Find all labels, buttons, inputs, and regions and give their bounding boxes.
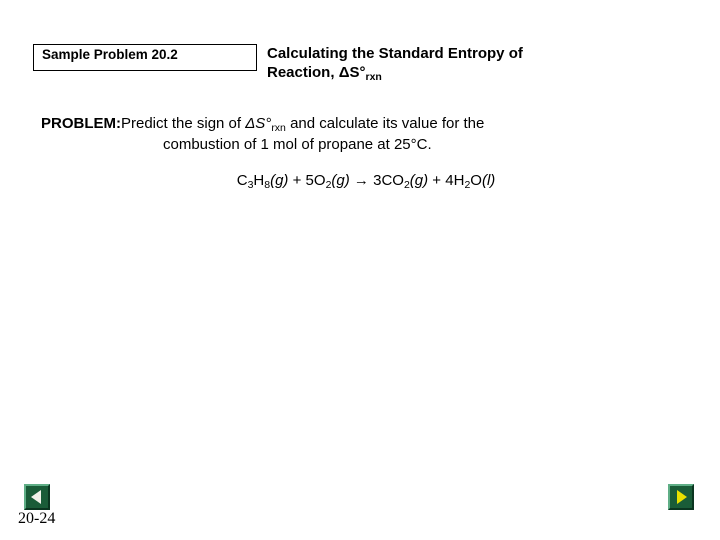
product-h2o-coeff: 4 <box>445 172 454 189</box>
title-line-1: Calculating the Standard Entropy of <box>267 45 523 62</box>
product-h2o-h-sub: 2 <box>464 178 471 191</box>
reactant-oxygen-sub: 2 <box>325 178 332 191</box>
arrow-right-icon <box>677 490 687 504</box>
page-number: 20-24 <box>18 510 56 527</box>
title-reaction-word: Reaction, <box>267 64 339 82</box>
problem-line-2: combustion of 1 mol of propane at 25°C. <box>163 136 432 154</box>
product-h2o-h: H <box>453 172 465 189</box>
problem-subscript-rxn: rxn <box>271 121 286 134</box>
sample-problem-box: Sample Problem 20.2 <box>33 44 257 71</box>
product-co2-sub: 2 <box>403 178 410 191</box>
equation-plus-2: + <box>428 172 446 189</box>
product-h2o-state: (l) <box>481 172 496 189</box>
equation-plus-1: + <box>288 172 306 189</box>
problem-text-part2: and calculate its value for the <box>285 115 485 132</box>
page-title: Calculating the Standard Entropy of React… <box>267 44 647 84</box>
product-co2-c: C <box>381 172 393 189</box>
title-line-2: Reaction, ΔS°rxn <box>267 63 647 84</box>
slide-header: Sample Problem 20.2 Calculating the Stand… <box>33 44 693 84</box>
product-co2-o: O <box>392 172 404 189</box>
title-subscript-rxn: rxn <box>365 71 382 84</box>
reactant-propane-c: C <box>236 172 248 189</box>
problem-text-part1: Predict the sign of <box>121 115 246 132</box>
chemical-equation: C3H8(g) + 5O2(g) → 3CO2(g) + 4H2O(l) <box>41 172 681 191</box>
reactant-propane-c-sub: 3 <box>247 178 254 191</box>
reactant-propane-h-sub: 8 <box>264 178 271 191</box>
reactant-oxygen-state: (g) <box>331 172 350 189</box>
reactant-oxygen-formula: O <box>313 172 326 189</box>
next-slide-button[interactable] <box>668 484 694 510</box>
slide-canvas: Sample Problem 20.2 Calculating the Stand… <box>0 0 720 540</box>
product-co2-state: (g) <box>409 172 429 189</box>
reactant-propane-state: (g) <box>270 172 289 189</box>
problem-label: PROBLEM: <box>41 115 121 132</box>
problem-statement: PROBLEM:Predict the sign of ΔS°rxn and c… <box>41 113 681 156</box>
product-h2o-o: O <box>470 172 482 189</box>
title-delta-s: ΔS° <box>338 64 366 82</box>
equation-arrow: → <box>349 172 374 189</box>
problem-delta-s: ΔS° <box>245 115 272 132</box>
previous-slide-button[interactable] <box>24 484 50 510</box>
arrow-left-icon <box>31 490 41 504</box>
reactant-oxygen-coeff: 5 <box>305 172 314 189</box>
reactant-propane-h: H <box>253 172 265 189</box>
equation-inner: C3H8(g) + 5O2(g) → 3CO2(g) + 4H2O(l) <box>236 172 496 191</box>
